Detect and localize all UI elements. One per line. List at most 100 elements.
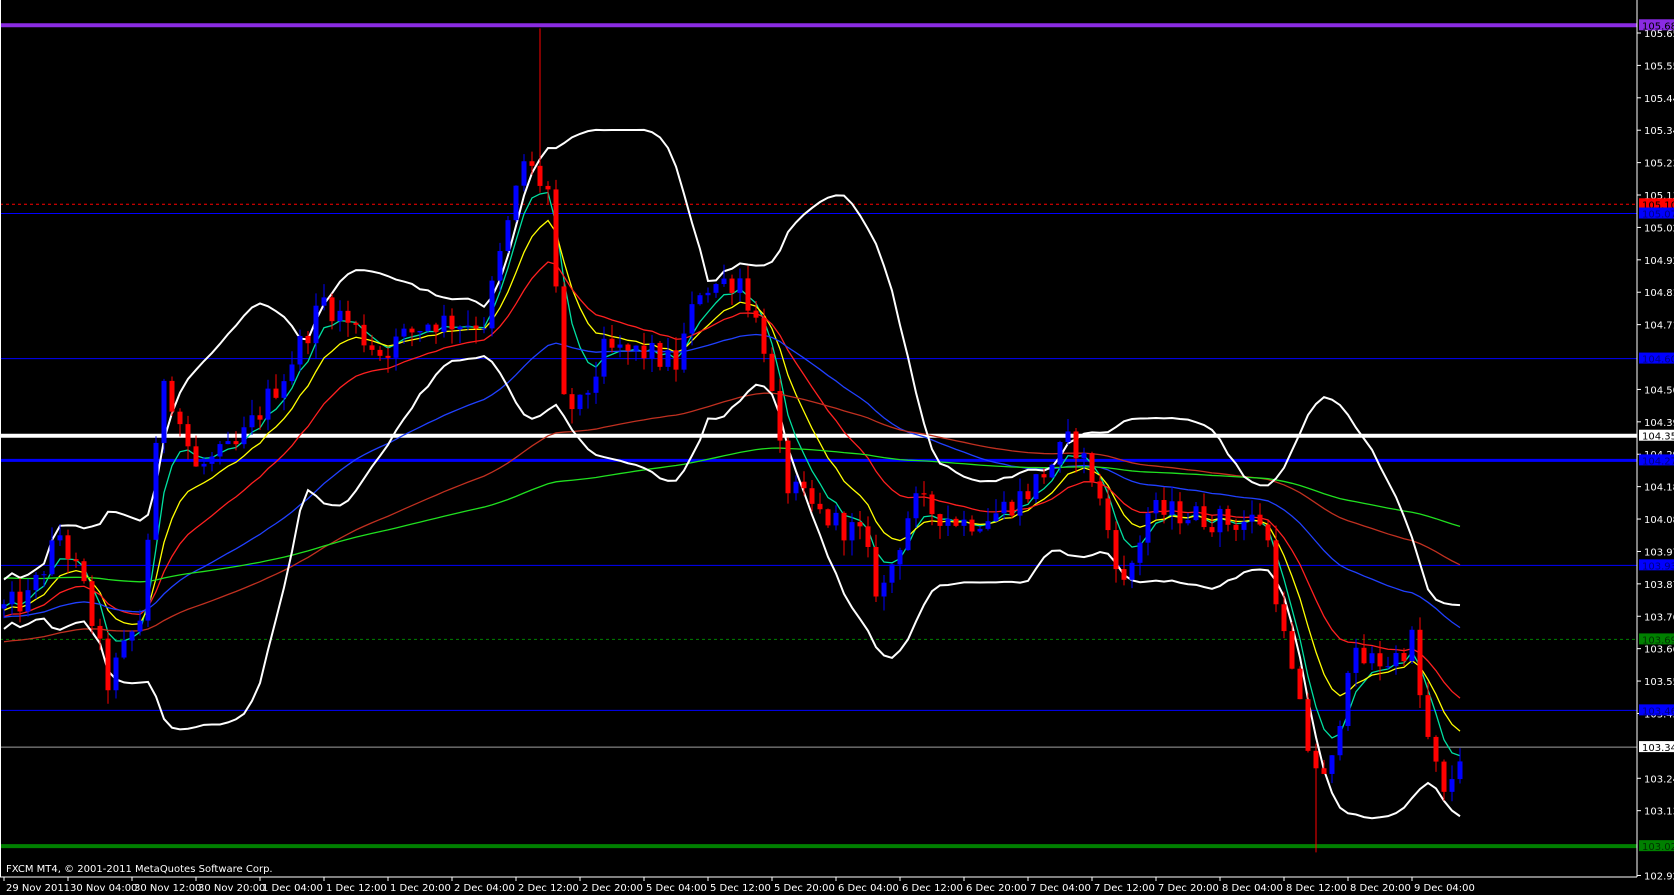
candle [1121,555,1127,586]
candle-body [97,625,103,639]
candle-body [769,353,775,392]
candle [1185,512,1191,526]
indicators [3,128,1461,820]
candle-body [1313,750,1319,769]
candle-body [305,335,311,344]
candle-body [297,335,303,365]
candle [569,388,575,424]
candle [209,451,215,472]
level-price-label: 104.270 [1642,456,1674,467]
candle-body [1225,508,1231,525]
candle [1265,520,1271,548]
candle-body [321,297,327,306]
candle-body [1273,540,1279,605]
candle [953,516,959,528]
time-tick-label: 8 Dec 20:00 [1350,883,1411,894]
candle [169,376,175,416]
candle-body [1217,508,1223,533]
candle [1009,499,1015,519]
price-tick-label: 103.135 [1644,807,1674,818]
candle [1361,634,1367,665]
candle-body [65,535,71,560]
candle-body [481,328,487,330]
candle [1225,505,1231,532]
candle-body [73,559,79,562]
candle-body [233,441,239,445]
candle-body [1185,520,1191,524]
candle-body [1257,514,1263,525]
candle-body [25,590,31,612]
candle-body [1121,569,1127,580]
candle [673,337,679,382]
candle-body [1337,726,1343,756]
candle-body [1289,631,1295,669]
candle [1241,510,1247,541]
candle-body [1377,653,1383,667]
candle-body [1145,513,1151,543]
price-tick-label: 104.080 [1644,515,1674,526]
candle-body [57,535,63,541]
time-tick-label: 30 Nov 20:00 [198,883,265,894]
candle [457,325,463,344]
candle [681,322,687,373]
candle-body [1049,464,1055,478]
candle-body [889,564,895,583]
candle-body [1321,768,1327,774]
level-price-label: 105.070 [1642,210,1674,221]
candle [97,618,103,651]
candle-body [1425,695,1431,737]
candle [889,563,895,594]
candle [625,343,631,365]
candle-body [1249,514,1255,522]
candle-body [401,328,407,337]
candle-body [1001,501,1007,514]
candle [129,630,135,652]
candle [1129,560,1135,589]
bollinger-upper-band [3,128,1461,607]
time-tick-label: 7 Dec 04:00 [1030,883,1091,894]
level-price-label: 103.460 [1642,706,1674,717]
candle-body [1393,653,1399,667]
candle [977,526,983,534]
candle-body [921,493,927,495]
price-tick-label: 103.765 [1644,612,1674,623]
candle-body [289,364,295,382]
candle-body [1097,481,1103,499]
candle [585,390,591,409]
candle [1345,670,1351,732]
candle [265,379,271,431]
candle-body [601,338,607,377]
candle [865,516,871,558]
candle [1249,500,1255,534]
candle-body [841,512,847,541]
candle-body [1177,501,1183,524]
candle [1105,488,1111,539]
candle-body [585,392,591,395]
candle-body [33,574,39,591]
candle-body [1297,668,1303,700]
candle-body [313,305,319,344]
candle-body [1057,442,1063,465]
candle [793,475,799,501]
candle [1137,535,1143,576]
candle-body [713,284,719,293]
candle-body [393,336,399,358]
candle [241,416,247,449]
candle [1305,693,1311,753]
price-chart[interactable]: 105.655105.550105.445105.340105.235105.1… [0,0,1674,895]
candle [697,292,703,306]
candle-body [657,342,663,367]
candle-body [1041,474,1047,478]
candle-body [361,324,367,346]
candle [785,437,791,504]
candle-body [1441,761,1447,792]
candle [1153,492,1159,520]
candle [641,332,647,370]
candle-body [137,620,143,632]
candle-body [185,424,191,447]
candle-body [609,338,615,348]
candle-body [145,539,151,621]
candle-body [1417,629,1423,696]
candle-body [1073,431,1079,459]
candle [945,505,951,536]
